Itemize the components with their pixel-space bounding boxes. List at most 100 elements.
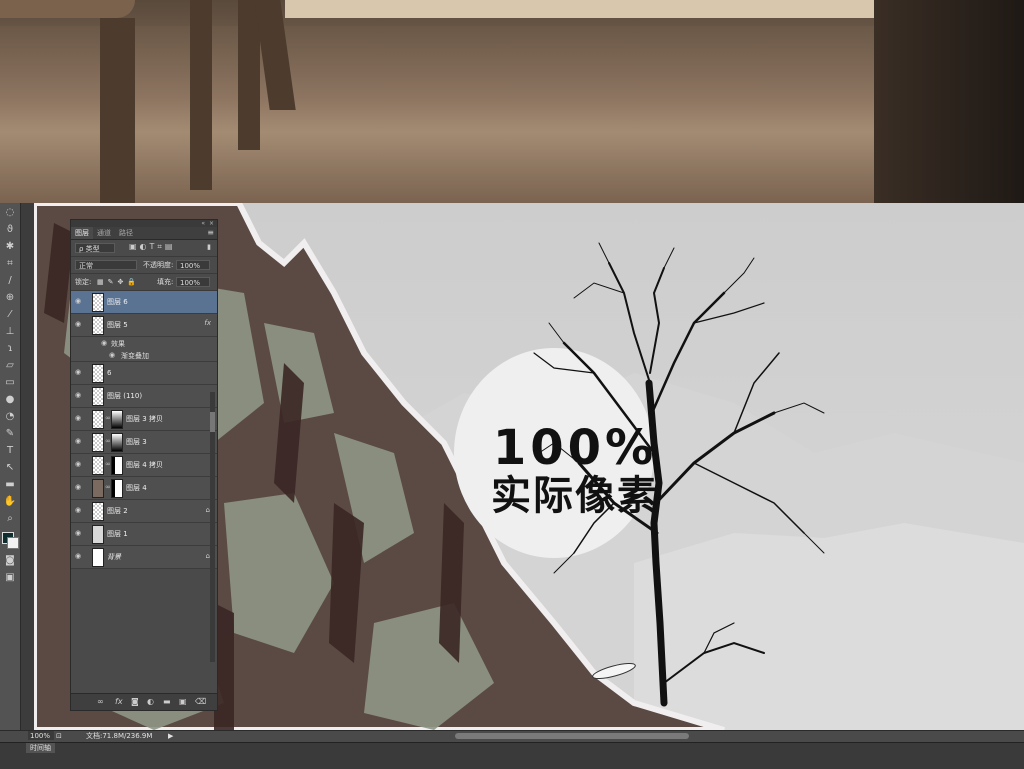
opacity-input[interactable]: 100% <box>176 260 210 270</box>
layer-name: 图层 3 <box>126 438 147 446</box>
eye-icon[interactable]: ◉ <box>75 460 83 468</box>
quick-mask-icon[interactable]: ◙ <box>3 554 17 568</box>
filter-icons[interactable]: ▣◐T⌗▤ <box>129 242 176 252</box>
new-layer-icon[interactable]: ▣ <box>179 694 187 710</box>
panel-menu-icon[interactable]: ≡ <box>207 227 214 239</box>
layer-row[interactable]: ◉ ∞ 图层 4 拷贝 <box>71 454 217 477</box>
tab-timeline[interactable]: 时间轴 <box>26 743 55 753</box>
lock-icons[interactable]: ▦✎✥🔒 <box>97 277 140 287</box>
fill-label: 填充: <box>157 278 174 286</box>
zoom-icon[interactable]: ⌕ <box>3 512 17 526</box>
layer-row[interactable]: ◉ 图层 1 <box>71 523 217 546</box>
layer-row[interactable]: ◉ ∞ 图层 3 <box>71 431 217 454</box>
zoom-field[interactable]: 100% <box>28 731 54 740</box>
fill-input[interactable]: 100% <box>176 277 210 287</box>
trash-icon[interactable]: ⌫ <box>195 694 206 710</box>
healing-brush-icon[interactable]: ⊕ <box>3 291 17 305</box>
color-swatches[interactable] <box>2 532 19 549</box>
blend-mode-select[interactable]: 正常 <box>75 260 137 270</box>
effects-row[interactable]: ◉ 效果 <box>71 337 217 349</box>
eye-icon[interactable]: ◉ <box>75 297 83 305</box>
scrollbar-thumb[interactable] <box>210 412 215 432</box>
layers-panel: « × 图层 通道 路径 ≡ ρ 类型 ▣◐T⌗▤ ▮ 正常 不透明度: 100… <box>70 219 218 711</box>
lasso-icon[interactable]: ϑ <box>3 223 17 237</box>
panel-titlebar[interactable]: « × <box>71 220 217 227</box>
add-mask-icon[interactable]: ◙ <box>131 694 139 710</box>
effect-row[interactable]: ◉ 渐变叠加 <box>71 349 217 362</box>
path-selection-icon[interactable]: ↖ <box>3 461 17 475</box>
fx-icon[interactable]: fx <box>204 319 211 327</box>
eye-icon[interactable]: ◉ <box>75 368 83 376</box>
layer-row[interactable]: ◉ 图层 6 <box>71 291 217 314</box>
eye-icon[interactable]: ◉ <box>75 414 83 422</box>
tab-layers[interactable]: 图层 <box>71 227 93 239</box>
eye-icon[interactable]: ◉ <box>75 437 83 445</box>
layer-filter-select[interactable]: ρ 类型 <box>75 243 115 253</box>
layer-thumbnail <box>92 387 104 406</box>
layer-thumbnail <box>92 293 104 312</box>
eye-icon[interactable]: ◉ <box>75 506 83 514</box>
link-layers-icon[interactable]: ∞ <box>97 694 104 710</box>
layer-name: 图层 1 <box>107 530 128 538</box>
eye-icon[interactable]: ◉ <box>75 529 83 537</box>
layer-thumbnail <box>92 456 104 475</box>
filter-toggle-icon[interactable]: ▮ <box>207 243 211 251</box>
hand-icon[interactable]: ✋ <box>3 495 17 509</box>
blur-icon[interactable]: ● <box>3 393 17 407</box>
screen-mode-icon[interactable]: ▣ <box>3 571 17 585</box>
mask-icon[interactable] <box>111 410 123 429</box>
eye-icon[interactable]: ◉ <box>75 552 83 560</box>
gradient-icon[interactable]: ▭ <box>3 376 17 390</box>
horizontal-scrollbar[interactable] <box>455 733 689 739</box>
layer-row[interactable]: ◉ ∞ 图层 4 <box>71 477 217 500</box>
chair-leg <box>190 0 212 190</box>
fx-icon[interactable]: fx <box>115 694 123 710</box>
layer-row[interactable]: ◉ 图层 (110) <box>71 385 217 408</box>
eye-icon[interactable]: ◉ <box>75 391 83 399</box>
type-icon[interactable]: T <box>3 444 17 458</box>
mask-icon[interactable] <box>111 479 123 498</box>
eye-icon[interactable]: ◉ <box>75 483 83 491</box>
layer-thumbnail <box>92 410 104 429</box>
status-menu-icon[interactable]: ▶ <box>168 731 173 742</box>
mask-icon[interactable] <box>111 433 123 452</box>
crop-icon[interactable]: ⌗ <box>3 257 17 271</box>
folder-icon[interactable]: ▬ <box>163 694 171 710</box>
export-icon[interactable]: ⊡ <box>56 731 62 742</box>
layer-thumbnail <box>92 479 104 498</box>
clone-stamp-icon[interactable]: ⊥ <box>3 325 17 339</box>
layer-row[interactable]: ◉ 背景 ⌂ <box>71 546 217 569</box>
layer-row[interactable]: ◉ 6 <box>71 362 217 385</box>
tab-channels[interactable]: 通道 <box>93 227 115 239</box>
mask-icon[interactable] <box>111 456 123 475</box>
layer-name: 图层 4 <box>126 484 147 492</box>
panel-footer: ∞ fx ◙ ◐ ▬ ▣ ⌫ <box>71 693 217 710</box>
marquee-icon[interactable]: ◌ <box>3 206 17 220</box>
layers-scrollbar[interactable] <box>210 392 215 662</box>
layer-row[interactable]: ◉ ∞ 图层 3 拷贝 <box>71 408 217 431</box>
layer-row[interactable]: ◉ 图层 5 fx <box>71 314 217 337</box>
effects-label: 效果 <box>111 340 125 348</box>
magic-wand-icon[interactable]: ✱ <box>3 240 17 254</box>
close-icon[interactable]: × <box>209 220 214 227</box>
eraser-icon[interactable]: ▱ <box>3 359 17 373</box>
background-color[interactable] <box>7 537 19 549</box>
collapse-icon[interactable]: « <box>201 220 205 227</box>
rectangle-icon[interactable]: ▬ <box>3 478 17 492</box>
eye-icon[interactable]: ◉ <box>101 339 107 347</box>
eye-icon[interactable]: ◉ <box>109 351 115 359</box>
eyedropper-icon[interactable]: / <box>3 274 17 288</box>
layer-name: 图层 3 拷贝 <box>126 415 163 423</box>
tab-paths[interactable]: 路径 <box>115 227 137 239</box>
brush-icon[interactable]: ⁄ <box>3 308 17 322</box>
pen-icon[interactable]: ✎ <box>3 427 17 441</box>
eye-icon[interactable]: ◉ <box>75 320 83 328</box>
promo-overlay: 100% 实际像素 <box>465 422 685 518</box>
dodge-icon[interactable]: ◔ <box>3 410 17 424</box>
layer-thumbnail <box>92 548 104 567</box>
history-brush-icon[interactable]: ɿ <box>3 342 17 356</box>
layer-row[interactable]: ◉ 图层 2 ⌂ <box>71 500 217 523</box>
adjustment-icon[interactable]: ◐ <box>147 694 154 710</box>
wall-panel <box>285 0 875 18</box>
layer-name: 背景 <box>107 553 121 561</box>
